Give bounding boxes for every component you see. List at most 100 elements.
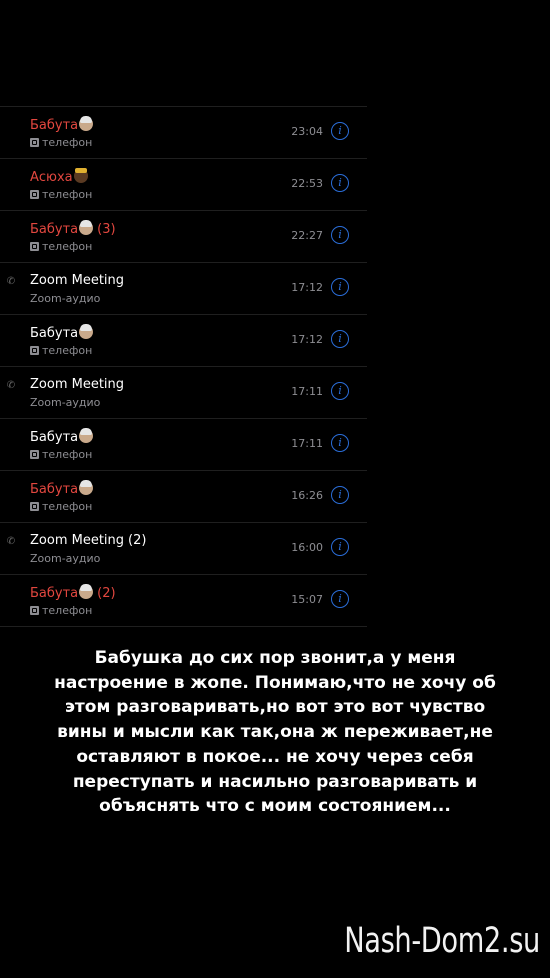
call-row[interactable]: Бабута (2) телефон 15:07 i [0,574,367,627]
call-type-text: телефон [42,344,93,357]
watermark: Nash-Dom2.su [344,921,540,961]
info-circle-icon[interactable]: i [331,122,349,140]
call-row[interactable]: ✆ Zoom Meeting (2) Zoom-аудио 16:00 i [0,522,367,574]
phone-sim-icon [30,606,39,615]
call-row[interactable]: ✆ Zoom Meeting Zoom-аудио 17:11 i [0,366,367,418]
phone-sim-icon [30,190,39,199]
call-type: Zoom-аудио [30,396,100,409]
phone-sim-icon [30,138,39,147]
info-circle-icon[interactable]: i [331,278,349,296]
caption-line: Бабушка до сих пор звонит,а у меня [94,648,456,668]
info-circle-icon[interactable]: i [331,486,349,504]
call-row[interactable]: Бабута телефон 23:04 i [0,106,367,158]
call-name: Асюха [30,168,88,186]
grandma-emoji-icon [79,584,94,599]
grandma-emoji-icon [79,116,94,131]
call-type-text: телефон [42,604,93,617]
call-type-text: Zoom-аудио [30,396,101,409]
call-row[interactable]: Бабута телефон 17:12 i [0,314,367,366]
call-name: Zoom Meeting [30,273,124,289]
call-type-text: телефон [42,240,93,253]
call-row[interactable]: Асюха телефон 22:53 i [0,158,367,210]
phone-sim-icon [30,450,39,459]
call-type: Zoom-аудио [30,292,100,305]
info-circle-icon[interactable]: i [331,174,349,192]
call-name-text: Бабута [30,482,79,497]
call-name: Zoom Meeting (2) [30,533,146,549]
phone-sim-icon [30,242,39,251]
call-row[interactable]: Бабута телефон 16:26 i [0,470,367,522]
info-circle-icon[interactable]: i [331,226,349,244]
info-circle-icon[interactable]: i [331,330,349,348]
info-circle-icon[interactable]: i [331,538,349,556]
call-name-text: Zoom Meeting [30,533,125,548]
caption-line: объяснять что с моим состоянием... [99,796,451,817]
call-time: 22:53 [291,177,323,190]
caption-line: переступать и насильно разговаривать и [72,771,478,792]
call-name-text: Бабута [30,326,79,341]
call-type-text: телефон [42,136,93,149]
info-circle-icon[interactable]: i [331,382,349,400]
call-type-text: телефон [42,448,93,461]
grandma-emoji-icon [79,324,94,339]
call-name: Бабута [30,480,94,498]
call-count: (2) [128,533,147,548]
call-name-text: Zoom Meeting [30,273,125,288]
prince-emoji-icon [73,168,88,183]
caption-line: оставляют в покое... не хочу через себя [76,746,474,767]
call-type: телефон [30,448,92,461]
call-time: 17:12 [291,333,323,346]
call-name: Бабута (2) [30,584,116,602]
call-type: телефон [30,344,92,357]
recent-calls-list: Бабута телефон 23:04 i Асюха телефон 22:53 i Баб… [0,106,367,627]
call-name: Бабута [30,116,94,134]
call-row[interactable]: ✆ Zoom Meeting Zoom-аудио 17:12 i [0,262,367,314]
info-circle-icon[interactable]: i [331,434,349,452]
call-time: 22:27 [291,229,323,242]
call-type-text: телефон [42,500,93,513]
call-name: Бабута [30,324,94,342]
call-type-text: Zoom-аудио [30,292,101,305]
call-time: 17:12 [291,281,323,294]
call-name: Бабута [30,428,94,446]
call-name-text: Бабута [30,118,79,133]
call-count: (2) [97,586,116,601]
phone-sim-icon [30,502,39,511]
call-type-text: Zoom-аудио [30,552,101,565]
grandma-emoji-icon [79,428,94,443]
grandma-emoji-icon [79,220,94,235]
call-type: телефон [30,500,92,513]
phone-handset-icon: ✆ [6,276,16,287]
call-time: 15:07 [291,593,323,606]
call-type: телефон [30,136,92,149]
call-name-text: Бабута [30,430,79,445]
phone-handset-icon: ✆ [6,536,16,547]
call-type: телефон [30,188,92,201]
call-name-text: Асюха [30,170,73,185]
call-name-text: Zoom Meeting [30,377,125,392]
caption-line: вины и мысли как так,она ж переживает,не [57,722,493,743]
call-type-text: телефон [42,188,93,201]
call-type: телефон [30,604,92,617]
call-type: телефон [30,240,92,253]
call-row[interactable]: Бабута (3) телефон 22:27 i [0,210,367,262]
call-row[interactable]: Бабута телефон 17:11 i [0,418,367,470]
call-time: 16:00 [291,541,323,554]
grandma-emoji-icon [79,480,94,495]
story-caption: Бабушка до сих пор звонит,а у меня настро… [20,646,530,819]
caption-line: настроение в жопе. Понимаю,что не хочу о… [54,672,496,693]
info-circle-icon[interactable]: i [331,590,349,608]
phone-sim-icon [30,346,39,355]
caption-line: этом разговаривать,но вот это вот чувств… [64,697,486,718]
call-type: Zoom-аудио [30,552,100,565]
call-time: 17:11 [291,437,323,450]
call-name-text: Бабута [30,586,79,601]
call-count: (3) [97,222,116,237]
call-time: 17:11 [291,385,323,398]
call-time: 23:04 [291,125,323,138]
call-time: 16:26 [291,489,323,502]
call-name: Бабута (3) [30,220,116,238]
call-name-text: Бабута [30,222,79,237]
phone-handset-icon: ✆ [6,380,16,391]
call-name: Zoom Meeting [30,377,124,393]
